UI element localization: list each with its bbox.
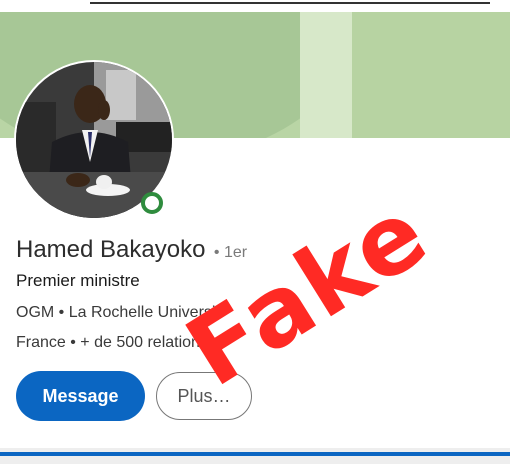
profile-headline: Premier ministre [16,271,140,290]
banner-right-panel [352,12,510,138]
message-button[interactable]: Message [16,371,145,421]
profile-name: Hamed Bakayoko [16,236,206,263]
banner-stripe [300,12,352,138]
profile-location[interactable]: France • + de 500 relations [16,334,208,352]
connection-degree: • 1er [213,244,248,261]
fake-stamp-overlay: Fake [167,175,447,409]
top-divider [90,2,490,4]
online-status-indicator [141,192,163,214]
name-row: Hamed Bakayoko • 1er [16,236,247,264]
section-divider [0,448,510,464]
section-accent-line [0,452,510,456]
